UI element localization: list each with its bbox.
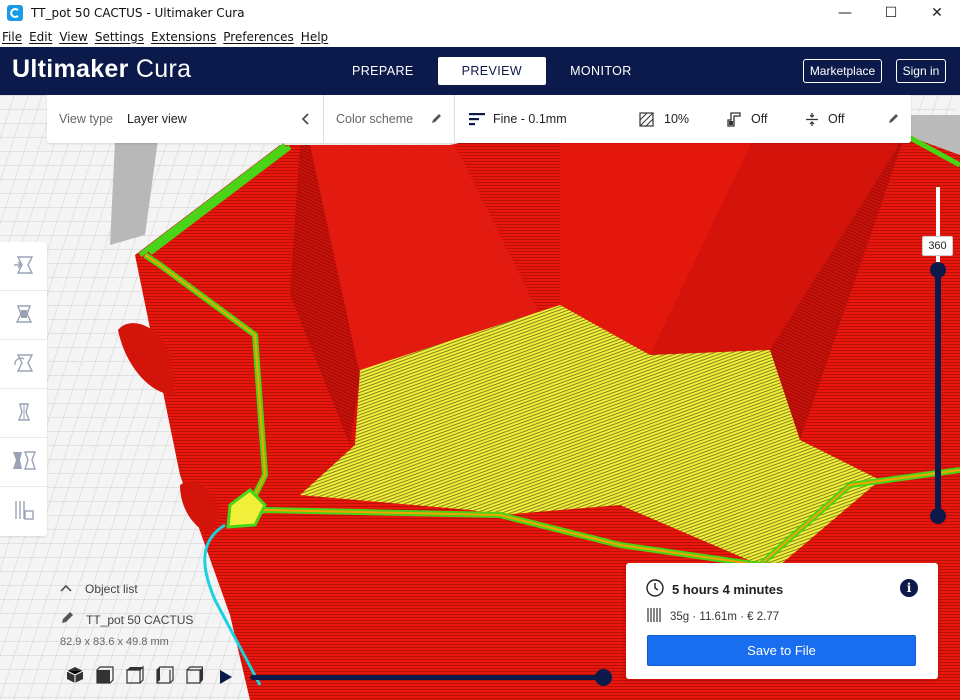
menu-help[interactable]: Help — [301, 30, 328, 44]
color-scheme-label: Color scheme — [336, 112, 414, 126]
pencil-icon — [60, 611, 74, 628]
infill-value: 10% — [664, 112, 690, 126]
stage-tabs: PREPARE PREVIEW MONITOR — [328, 57, 656, 85]
close-button[interactable]: ✕ — [914, 0, 960, 26]
layer-slider-track-upper[interactable] — [936, 187, 940, 270]
support-icon — [727, 111, 741, 127]
menu-bar: File Edit View Settings Extensions Prefe… — [0, 26, 960, 47]
window-controls: — ☐ ✕ — [822, 0, 960, 26]
save-to-file-button[interactable]: Save to File — [647, 635, 916, 666]
object-list-toggle[interactable]: Object list — [60, 582, 138, 596]
tab-monitor[interactable]: MONITOR — [546, 57, 656, 85]
pencil-icon[interactable] — [430, 113, 442, 125]
app-header: Ultimaker Cura PREPARE PREVIEW MONITOR M… — [0, 47, 960, 95]
menu-extensions[interactable]: Extensions — [151, 30, 216, 44]
menu-edit[interactable]: Edit — [29, 30, 52, 44]
minimize-button[interactable]: — — [822, 0, 868, 26]
print-time-row: 5 hours 4 minutes — [646, 579, 783, 600]
cube-left-icon — [156, 665, 174, 687]
object-list-label: Object list — [85, 582, 138, 596]
adhesion-icon — [805, 112, 819, 127]
material-usage-row: 35g · 11.61m · € 2.77 — [646, 607, 779, 626]
view-3d-button[interactable] — [60, 665, 90, 687]
layer-slider-upper-handle[interactable] — [930, 262, 946, 278]
object-dimensions: 82.9 x 83.6 x 49.8 mm — [60, 636, 169, 648]
maximize-button[interactable]: ☐ — [868, 0, 914, 26]
adhesion-value: Off — [828, 112, 845, 126]
print-setup-selector[interactable]: Fine - 0.1mm 10% Off Off — [455, 95, 911, 143]
layer-slider-track[interactable] — [935, 270, 941, 517]
view-type-value: Layer view — [126, 112, 187, 126]
color-scheme-selector[interactable]: Color scheme — [324, 95, 455, 143]
window-titlebar: TT_pot 50 CACTUS - Ultimaker Cura — ☐ ✕ — [0, 0, 960, 26]
material-usage: 35g · 11.61m · € 2.77 — [670, 610, 780, 623]
print-info-panel: 5 hours 4 minutes i 35g · 11.61m · € 2.7… — [626, 563, 938, 679]
play-icon — [219, 669, 233, 688]
rotate-tool-button[interactable] — [0, 340, 47, 389]
scale-icon — [12, 302, 36, 329]
move-tool-button[interactable] — [0, 242, 47, 291]
chevron-left-icon[interactable] — [301, 113, 311, 125]
cura-app-icon — [7, 5, 23, 21]
current-layer-input[interactable]: 360 — [922, 236, 953, 256]
view-left-button[interactable] — [150, 665, 180, 687]
filament-spool-icon — [646, 607, 662, 626]
path-slider-handle[interactable] — [595, 669, 612, 686]
left-toolbar — [0, 242, 47, 536]
profile-quality-icon — [469, 112, 485, 126]
scale-tool-button[interactable] — [0, 291, 47, 340]
marketplace-button[interactable]: Marketplace — [803, 59, 882, 83]
object-name-row[interactable]: TT_pot 50 CACTUS — [60, 611, 193, 628]
per-model-settings-tool-button[interactable] — [0, 438, 47, 487]
view-type-selector[interactable]: View type Layer view — [47, 95, 324, 143]
info-icon[interactable]: i — [900, 579, 918, 597]
support-blocker-icon — [12, 498, 36, 525]
camera-view-buttons — [60, 665, 210, 687]
path-slider-track[interactable] — [250, 675, 605, 680]
menu-view[interactable]: View — [59, 30, 87, 44]
simulation-play-button[interactable] — [216, 668, 236, 688]
sign-in-button[interactable]: Sign in — [896, 59, 946, 83]
window-title: TT_pot 50 CACTUS - Ultimaker Cura — [31, 6, 245, 20]
profile-value: Fine - 0.1mm — [493, 112, 567, 126]
view-type-label: View type — [59, 112, 113, 126]
view-right-button[interactable] — [180, 665, 210, 687]
print-time: 5 hours 4 minutes — [672, 582, 784, 597]
menu-settings[interactable]: Settings — [95, 30, 144, 44]
view-options-toolbar: View type Layer view Color scheme Fine -… — [47, 95, 911, 143]
support-blocker-tool-button[interactable] — [0, 487, 47, 536]
cube-front-icon — [96, 665, 114, 687]
chevron-up-icon — [60, 582, 72, 596]
layer-slider-lower-handle[interactable] — [930, 508, 946, 524]
menu-file[interactable]: File — [2, 30, 22, 44]
object-name: TT_pot 50 CACTUS — [86, 612, 194, 627]
pencil-icon[interactable] — [887, 113, 899, 125]
cube-3d-icon — [66, 666, 84, 687]
move-icon — [12, 253, 36, 280]
mirror-tool-button[interactable] — [0, 389, 47, 438]
cube-right-icon — [186, 665, 204, 687]
per-model-settings-icon — [11, 449, 37, 476]
menu-preferences[interactable]: Preferences — [223, 30, 294, 44]
tab-preview[interactable]: PREVIEW — [437, 57, 547, 85]
mirror-icon — [12, 400, 36, 427]
support-value: Off — [751, 112, 768, 126]
view-front-button[interactable] — [90, 665, 120, 687]
rotate-icon — [12, 351, 36, 378]
infill-icon — [639, 111, 654, 127]
tab-prepare[interactable]: PREPARE — [328, 57, 438, 85]
view-top-button[interactable] — [120, 665, 150, 687]
clock-icon — [646, 579, 664, 600]
cube-top-icon — [126, 665, 144, 687]
ultimaker-cura-logo: Ultimaker Cura — [12, 55, 192, 83]
